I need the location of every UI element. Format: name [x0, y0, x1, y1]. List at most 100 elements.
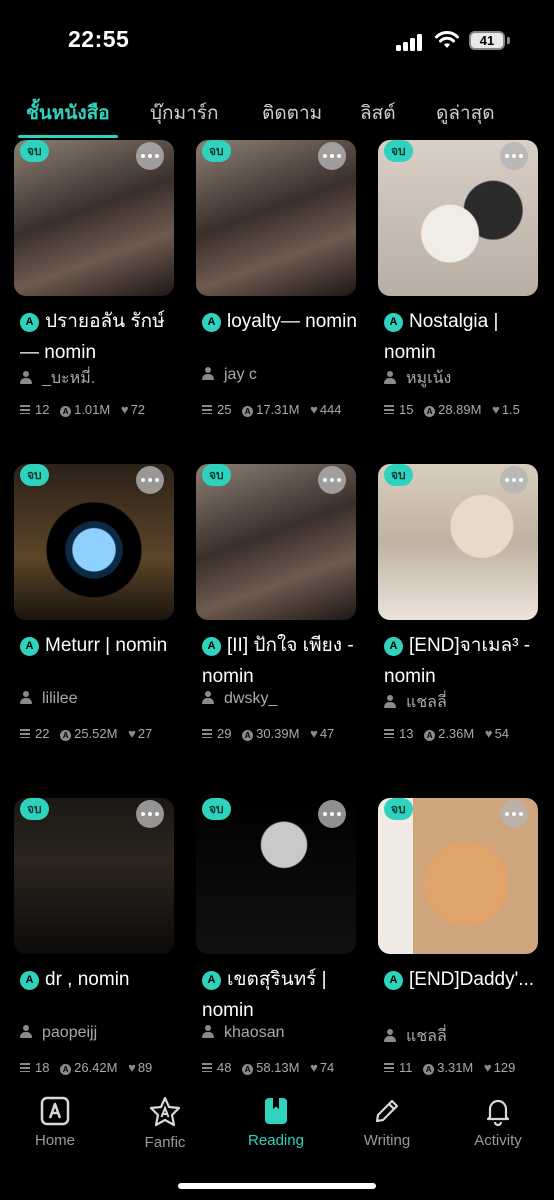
like-count: 129: [493, 1060, 516, 1075]
book-cover-image[interactable]: จบ: [196, 464, 356, 620]
book-card[interactable]: จบ A [END]Daddy'... แชลลี่ 11 A 3.31M ♥ 129: [378, 798, 544, 1088]
chapters-list-icon: [202, 1063, 212, 1072]
app-a-icon: A: [384, 313, 403, 332]
app-a-icon: A: [202, 313, 221, 332]
nav-fanfic[interactable]: Fanfic: [110, 1096, 220, 1151]
app-a-icon: A: [20, 971, 39, 990]
tab-bookshelf[interactable]: ชั้นหนังสือ: [26, 98, 110, 128]
chapters-list-icon: [384, 1063, 394, 1072]
app-a-icon: A: [20, 313, 39, 332]
chapter-count: 48: [217, 1060, 232, 1075]
more-options-icon[interactable]: [500, 142, 528, 170]
book-cover-image[interactable]: จบ: [196, 798, 356, 954]
book-card[interactable]: จบ A ปรายอลัน รักษ์ — nomin _บะหมี่. 12 A…: [14, 140, 180, 440]
book-title[interactable]: Aloyalty— nomin: [202, 306, 360, 337]
nav-activity[interactable]: Activity: [443, 1096, 553, 1149]
more-options-icon[interactable]: [136, 142, 164, 170]
book-card[interactable]: จบ A [II] ปักใจ เพียง - nomin dwsky_ 29 A…: [196, 464, 362, 764]
like-count: 72: [130, 402, 146, 417]
book-cover-image[interactable]: จบ: [14, 140, 174, 296]
home-indicator[interactable]: [178, 1183, 376, 1189]
book-title[interactable]: A [END]จาเมล³ - nomin: [384, 630, 542, 692]
book-cover-image[interactable]: จบ: [196, 140, 356, 296]
book-author[interactable]: paopeijj: [20, 1024, 97, 1042]
views-icon: A: [242, 730, 254, 741]
book-author[interactable]: หมูเน้ง: [384, 366, 451, 391]
book-title[interactable]: A [END]Daddy'...: [384, 964, 542, 995]
nav-home[interactable]: Home: [0, 1096, 110, 1149]
person-icon: [202, 691, 214, 704]
views-icon: A: [60, 406, 72, 417]
views-icon: A: [242, 1064, 254, 1075]
chapter-count: 13: [399, 726, 414, 741]
bell-icon: [486, 1099, 510, 1126]
book-title[interactable]: A [II] ปักใจ เพียง - nomin: [202, 630, 360, 692]
book-title[interactable]: A เขตสุรินทร์ | nomin: [202, 964, 360, 1026]
completed-badge: จบ: [384, 798, 413, 820]
view-count: 58.13M: [256, 1060, 300, 1075]
book-author[interactable]: _บะหมี่.: [20, 366, 95, 391]
like-count: 89: [137, 1060, 153, 1075]
completed-badge: จบ: [20, 464, 49, 486]
more-options-icon[interactable]: [136, 466, 164, 494]
chapters-list-icon: [202, 729, 212, 738]
book-title[interactable]: A Meturr | nomin: [20, 630, 178, 661]
tab-following[interactable]: ติดตาม: [262, 98, 322, 128]
book-grid: จบ A ปรายอลัน รักษ์ — nomin _บะหมี่. 12 A…: [0, 140, 554, 1088]
tab-recent[interactable]: ดูล่าสุด: [436, 98, 495, 128]
view-count: 30.39M: [256, 726, 300, 741]
book-cover-image[interactable]: จบ: [14, 798, 174, 954]
nav-label-reading: Reading: [248, 1132, 304, 1149]
book-card[interactable]: จบ A [END]จาเมล³ - nomin แชลลี่ 13 A 2.36M…: [378, 464, 544, 764]
book-author[interactable]: khaosan: [202, 1024, 285, 1042]
view-count: 2.36M: [438, 726, 475, 741]
nav-writing[interactable]: Writing: [332, 1096, 442, 1149]
book-cover-image[interactable]: จบ: [14, 464, 174, 620]
book-cover-image[interactable]: จบ: [378, 464, 538, 620]
library-tabs: ชั้นหนังสือ บุ๊กมาร์ก ติดตาม ลิสต์ ดูล่า…: [0, 88, 554, 140]
book-stats: 25 A 17.31M ♥ 444: [202, 402, 356, 417]
book-card[interactable]: จบ A Nostalgia | nomin หมูเน้ง 15 A 28.89M…: [378, 140, 544, 440]
more-options-icon[interactable]: [500, 800, 528, 828]
view-count: 1.01M: [74, 402, 111, 417]
book-title-text: ปรายอลัน รักษ์ — nomin: [20, 311, 165, 363]
book-card[interactable]: จบ Adr , nomin paopeijj 18 A 26.42M ♥ 89: [14, 798, 180, 1088]
book-author[interactable]: แชลลี่: [384, 1024, 447, 1049]
book-author[interactable]: jay c: [202, 366, 257, 384]
app-a-icon: A: [384, 971, 403, 990]
completed-badge: จบ: [20, 140, 49, 162]
chapters-list-icon: [202, 405, 212, 414]
chapter-count: 22: [35, 726, 50, 741]
book-title[interactable]: A ปรายอลัน รักษ์ — nomin: [20, 306, 178, 368]
book-card[interactable]: จบ A Meturr | nomin lililee 22 A 25.52M ♥ 2…: [14, 464, 180, 764]
book-title[interactable]: A Nostalgia | nomin: [384, 306, 542, 368]
more-options-icon[interactable]: [318, 142, 346, 170]
more-options-icon[interactable]: [136, 800, 164, 828]
book-stats: 15 A 28.89M ♥ 1.5: [384, 402, 538, 417]
person-icon: [20, 691, 32, 704]
book-title[interactable]: Adr , nomin: [20, 964, 178, 995]
book-stats: 11 A 3.31M ♥ 129: [384, 1060, 538, 1075]
more-options-icon[interactable]: [318, 466, 346, 494]
views-icon: A: [424, 730, 436, 741]
home-a-icon: [40, 1096, 70, 1126]
book-cover-image[interactable]: จบ: [378, 140, 538, 296]
book-card[interactable]: จบ A เขตสุรินทร์ | nomin khaosan 48 A 58.1…: [196, 798, 362, 1088]
nav-reading[interactable]: Reading: [221, 1096, 331, 1149]
more-options-icon[interactable]: [500, 466, 528, 494]
tab-lists[interactable]: ลิสต์: [360, 98, 396, 128]
completed-badge: จบ: [20, 798, 49, 820]
book-author[interactable]: dwsky_: [202, 690, 277, 708]
status-bar: 22:55 41: [0, 0, 554, 80]
more-options-icon[interactable]: [318, 800, 346, 828]
view-count: 25.52M: [74, 726, 118, 741]
heart-icon: ♥: [310, 726, 318, 741]
book-card[interactable]: จบ Aloyalty— nomin jay c 25 A 17.31M ♥ 444: [196, 140, 362, 440]
tab-bookmarks[interactable]: บุ๊กมาร์ก: [150, 98, 218, 128]
book-author[interactable]: lililee: [20, 690, 78, 708]
active-tab-indicator: [18, 135, 118, 138]
book-title-text: Meturr | nomin: [45, 635, 168, 656]
heart-icon: ♥: [120, 402, 129, 417]
book-author[interactable]: แชลลี่: [384, 690, 447, 715]
book-cover-image[interactable]: จบ: [378, 798, 538, 954]
